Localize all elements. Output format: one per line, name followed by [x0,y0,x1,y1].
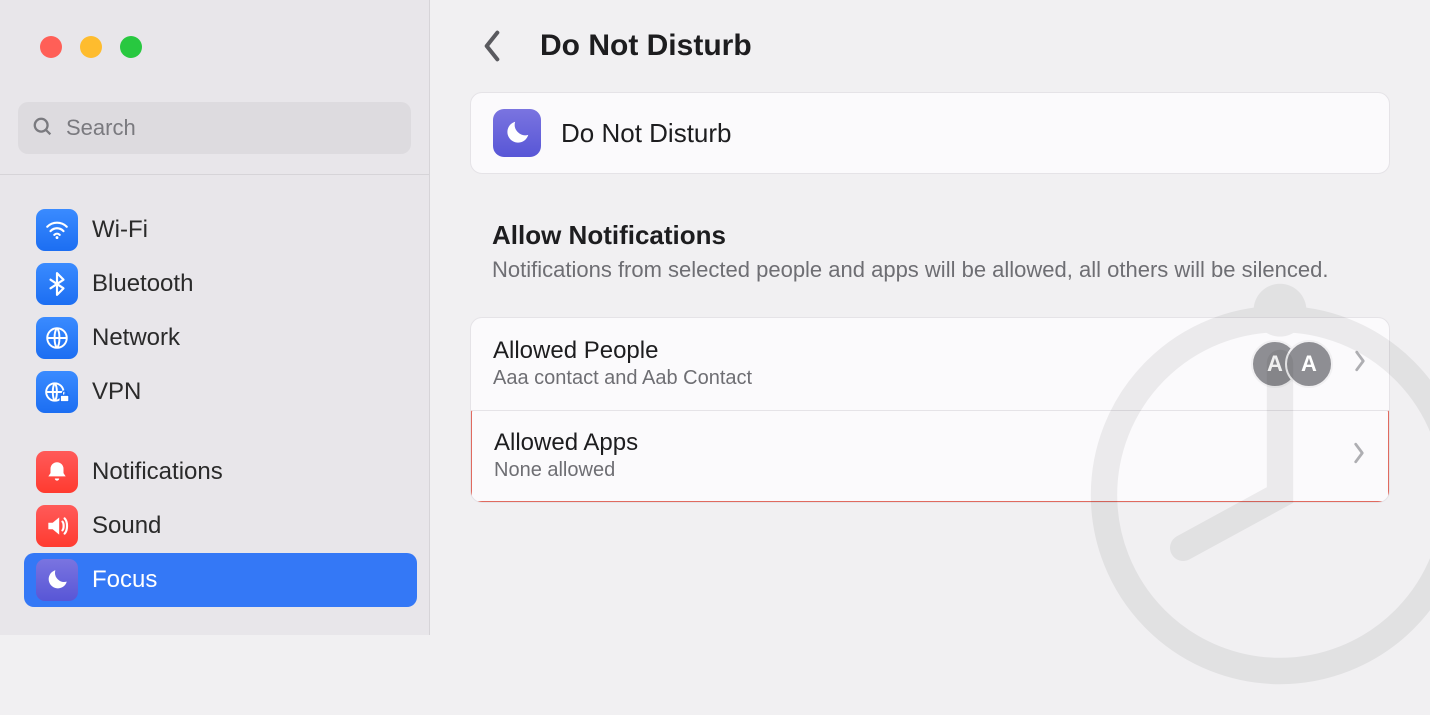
sidebar-item-focus[interactable]: Focus [24,553,417,607]
avatar: A [1285,340,1333,388]
window-controls [40,36,142,58]
minimize-window-button[interactable] [80,36,102,58]
page-title: Do Not Disturb [540,29,752,63]
fullscreen-window-button[interactable] [120,36,142,58]
speaker-icon [36,505,78,547]
search-icon [32,116,54,138]
main-pane: Do Not Disturb Do Not Disturb Allow Noti… [430,0,1430,635]
row-subtitle: Aaa contact and Aab Contact [493,367,1251,390]
sidebar-item-vpn[interactable]: VPN [24,365,417,419]
back-button[interactable] [470,24,514,68]
sidebar-item-label: Network [92,324,180,352]
sidebar-item-label: Bluetooth [92,270,193,298]
sidebar: Wi-Fi Bluetooth Network VPN [0,0,430,635]
sidebar-item-network[interactable]: Network [24,311,417,365]
globe-lock-icon [36,371,78,413]
close-window-button[interactable] [40,36,62,58]
wifi-icon [36,209,78,251]
search-wrap [18,102,411,154]
sidebar-item-label: Sound [92,512,161,540]
bluetooth-icon [36,263,78,305]
chevron-right-icon [1352,442,1366,469]
globe-icon [36,317,78,359]
row-title: Allowed People [493,337,1251,365]
dnd-focus-label: Do Not Disturb [561,118,732,149]
dnd-focus-card[interactable]: Do Not Disturb [470,92,1390,174]
sidebar-item-label: Wi-Fi [92,216,148,244]
chevron-right-icon [1353,350,1367,377]
moon-icon [36,559,78,601]
sidebar-item-notifications[interactable]: Notifications [24,445,417,499]
sidebar-item-sound[interactable]: Sound [24,499,417,553]
sidebar-item-bluetooth[interactable]: Bluetooth [24,257,417,311]
people-avatars: A A [1251,340,1333,388]
row-title: Allowed Apps [494,429,1352,457]
bell-icon [36,451,78,493]
sidebar-item-label: VPN [92,378,141,406]
allow-list: Allowed People Aaa contact and Aab Conta… [470,317,1390,503]
allowed-apps-row[interactable]: Allowed Apps None allowed [471,410,1389,502]
allowed-people-row[interactable]: Allowed People Aaa contact and Aab Conta… [471,318,1389,410]
allow-notifications-subtitle: Notifications from selected people and a… [492,255,1368,285]
row-subtitle: None allowed [494,459,1352,482]
sidebar-item-label: Notifications [92,458,223,486]
sidebar-item-wifi[interactable]: Wi-Fi [24,203,417,257]
allow-notifications-title: Allow Notifications [492,220,1368,251]
moon-icon [493,109,541,157]
search-input[interactable] [18,102,411,154]
sidebar-item-label: Focus [92,566,157,594]
